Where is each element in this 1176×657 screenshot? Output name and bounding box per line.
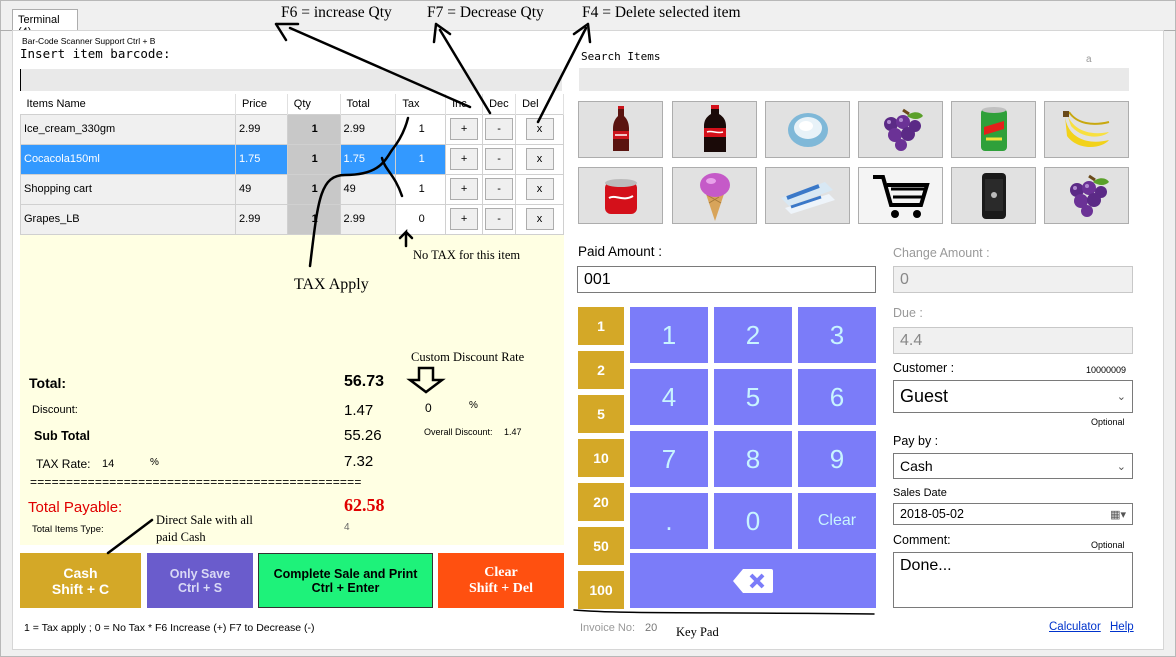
arrow-tax-apply-branch <box>380 156 404 198</box>
arrow-f6 <box>288 26 472 109</box>
annotation-direct-sale-2: paid Cash <box>156 530 206 544</box>
annotation-f4: F4 = Delete selected item <box>582 4 741 21</box>
annotation-f6: F6 = increase Qty <box>281 4 392 21</box>
annotation-custom-discount: Custom Discount Rate <box>411 350 525 364</box>
keypad-underline <box>573 609 875 615</box>
arrow-f4 <box>536 26 588 124</box>
annotation-direct-sale-1: Direct Sale with all <box>156 513 253 527</box>
arrow-f7 <box>438 28 492 115</box>
arrow-f6-head <box>274 22 300 42</box>
annotation-key-pad: Key Pad <box>676 625 719 639</box>
annotation-f7: F7 = Decrease Qty <box>427 4 544 21</box>
arrow-tax-apply <box>308 116 410 268</box>
arrow-f4-head <box>572 22 592 44</box>
arrow-custom-discount <box>406 366 446 394</box>
arrow-direct-sale <box>106 518 154 555</box>
annotation-tax-apply: TAX Apply <box>294 276 369 293</box>
annotation-overlay <box>106 22 875 615</box>
arrow-no-tax <box>398 228 414 248</box>
annotation-no-tax: No TAX for this item <box>413 248 521 262</box>
